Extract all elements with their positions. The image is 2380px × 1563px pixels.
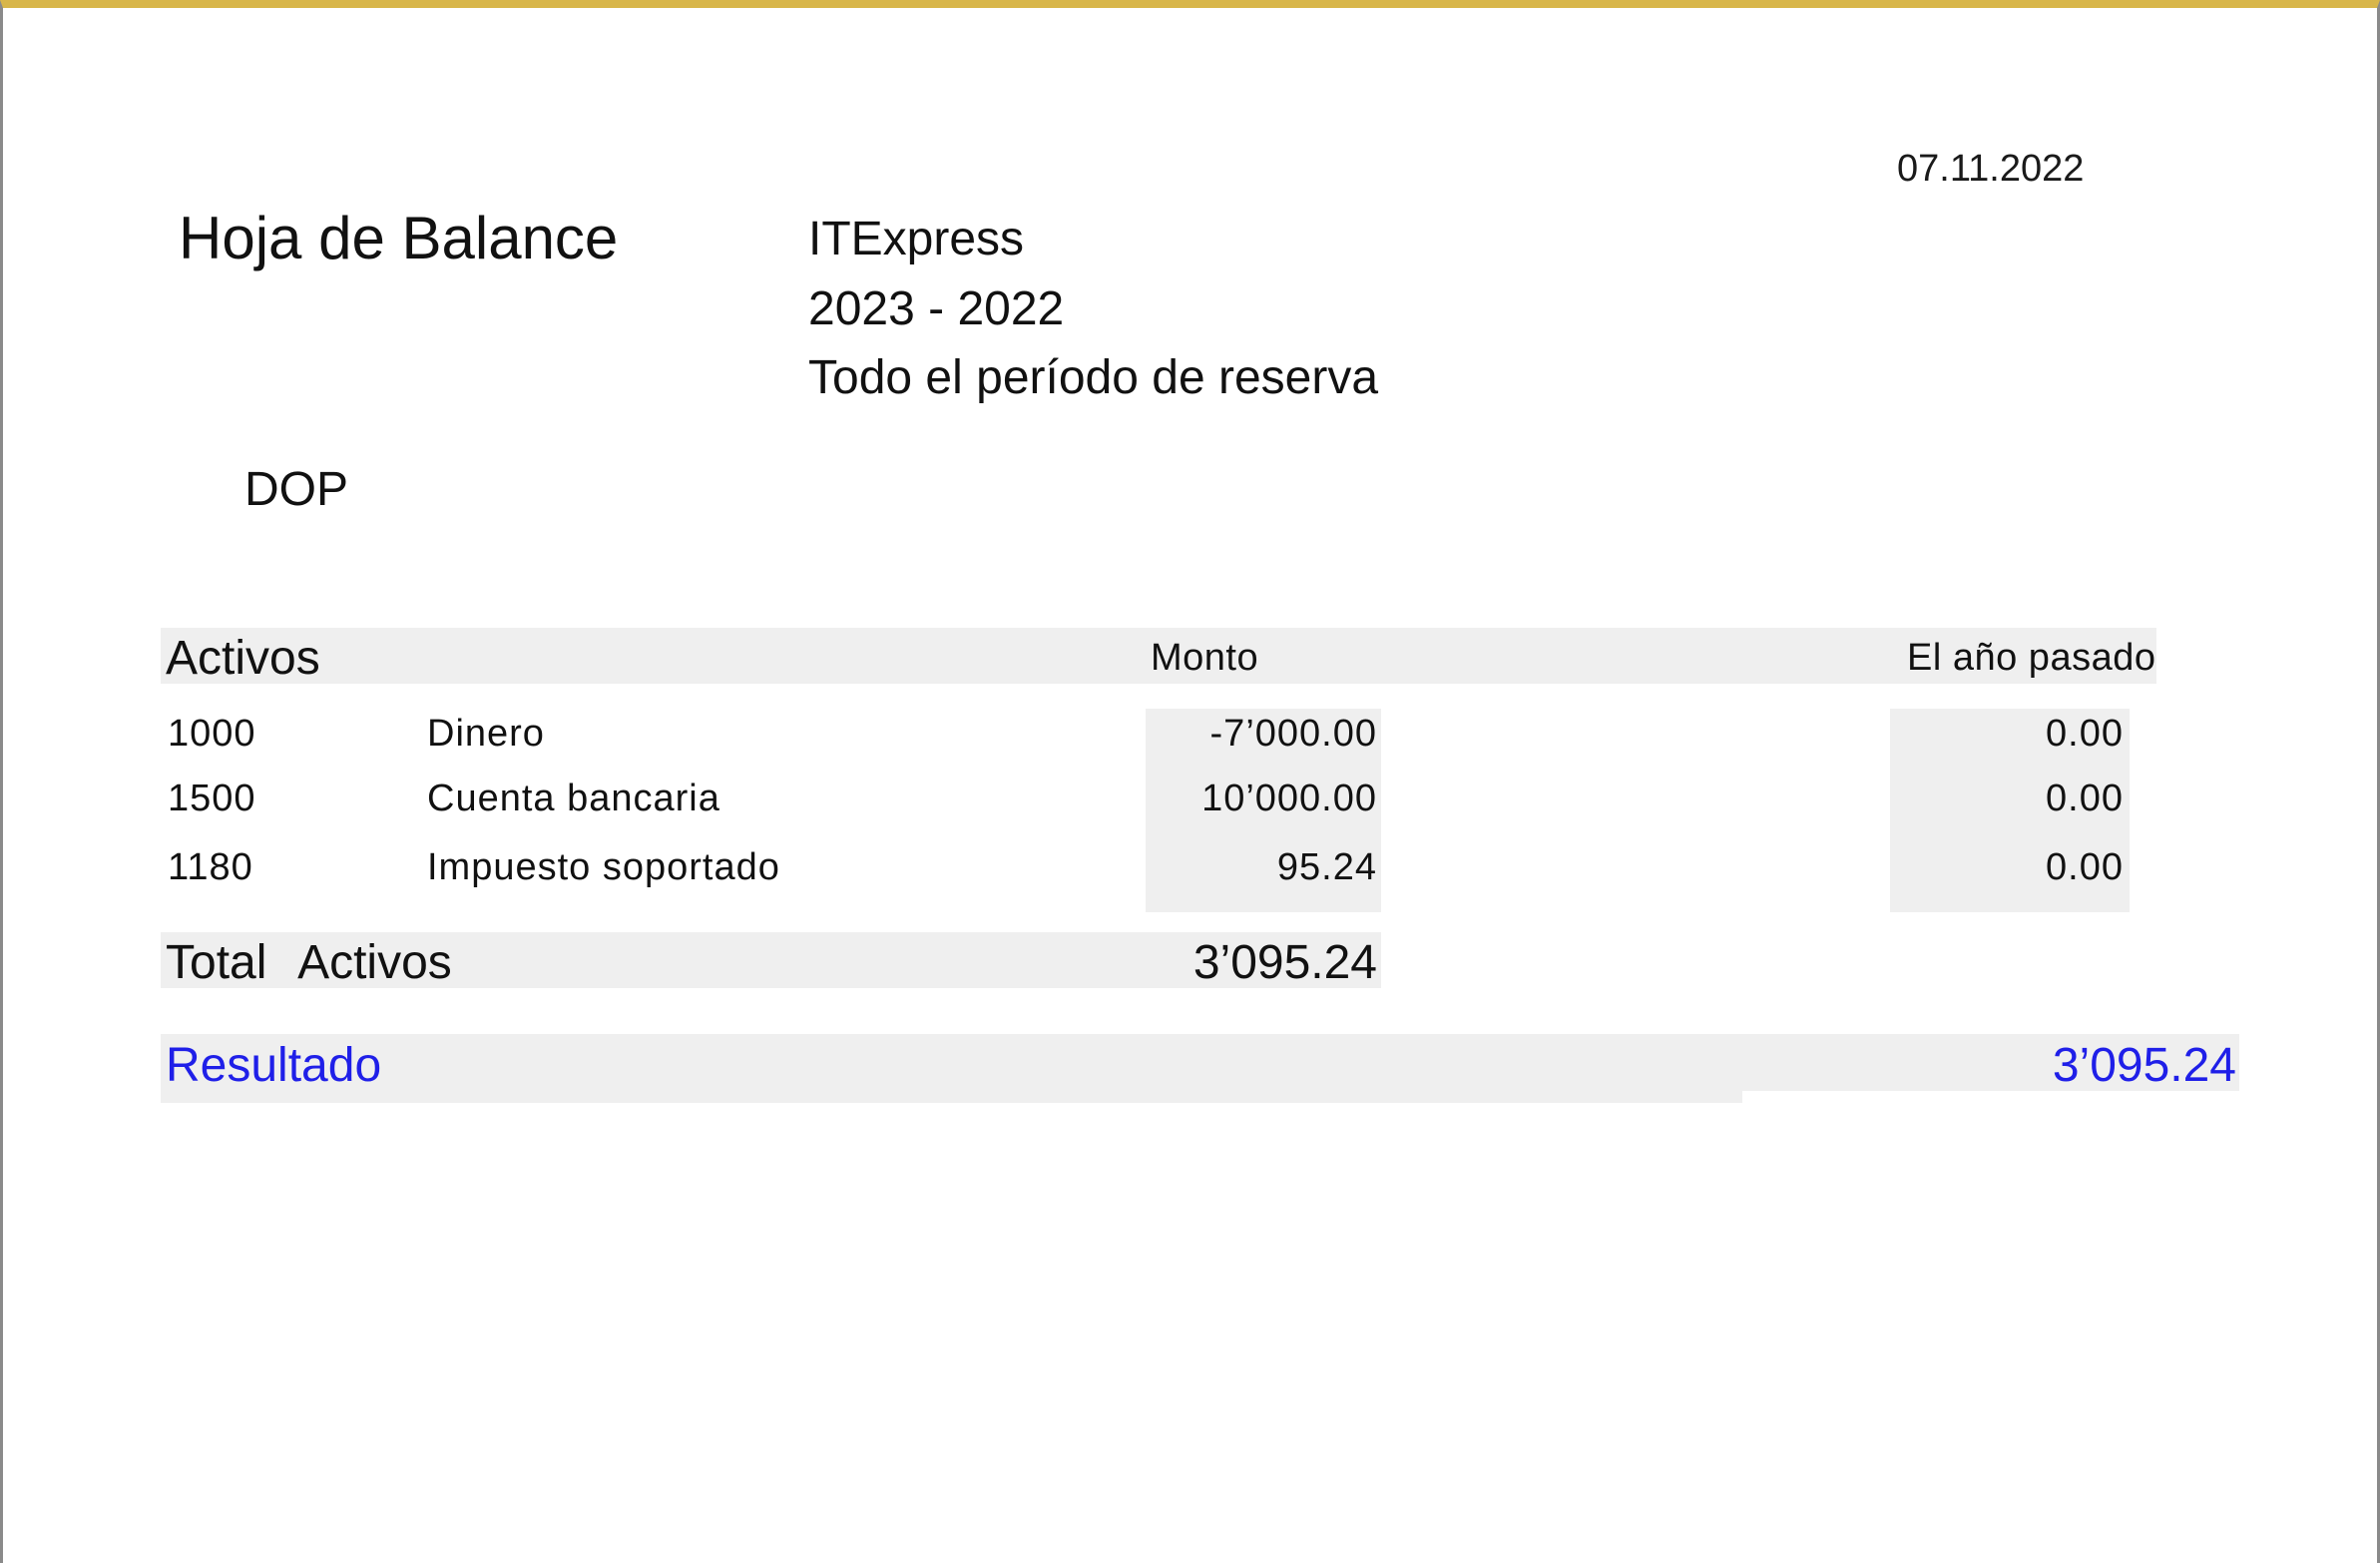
section-title: Activos [166,632,320,685]
column-header-previous-year: El año pasado [1907,637,2156,679]
account-description: Dinero [427,713,545,755]
company-name: ITExpress [808,213,1025,265]
booking-period: Todo el período de reserva [808,351,1379,404]
table-row: 1500 Cuenta bancaria 10’000.00 0.00 [3,778,2380,837]
account-amount: -7’000.00 [1209,713,1377,755]
column-header-amount: Monto [1151,637,1259,679]
account-description: Cuenta bancaria [427,778,720,819]
account-number: 1180 [168,846,253,888]
account-description: Impuesto soportado [427,846,780,888]
account-previous-year: 0.00 [2046,846,2124,888]
account-previous-year: 0.00 [2046,778,2124,819]
fiscal-years: 2023 - 2022 [808,282,1065,335]
account-number: 1500 [168,778,256,819]
account-previous-year: 0.00 [2046,713,2124,755]
result-label: Resultado [166,1039,382,1092]
report-date: 07.11.2022 [1897,148,2085,190]
result-amount: 3’095.24 [2052,1039,2236,1092]
total-label: Total Activos [166,936,452,989]
table-row: 1000 Dinero -7’000.00 0.00 [3,713,2380,773]
total-amount: 3’095.24 [1192,936,1377,989]
account-number: 1000 [168,713,256,755]
result-band-extension [161,1091,1742,1103]
account-amount: 10’000.00 [1201,778,1377,819]
table-row: 1180 Impuesto soportado 95.24 0.00 [3,846,2380,906]
account-amount: 95.24 [1276,846,1377,888]
currency-code: DOP [244,463,349,516]
report-title: Hoja de Balance [179,205,619,271]
report-page: 07.11.2022 Hoja de Balance ITExpress 202… [0,0,2380,1563]
